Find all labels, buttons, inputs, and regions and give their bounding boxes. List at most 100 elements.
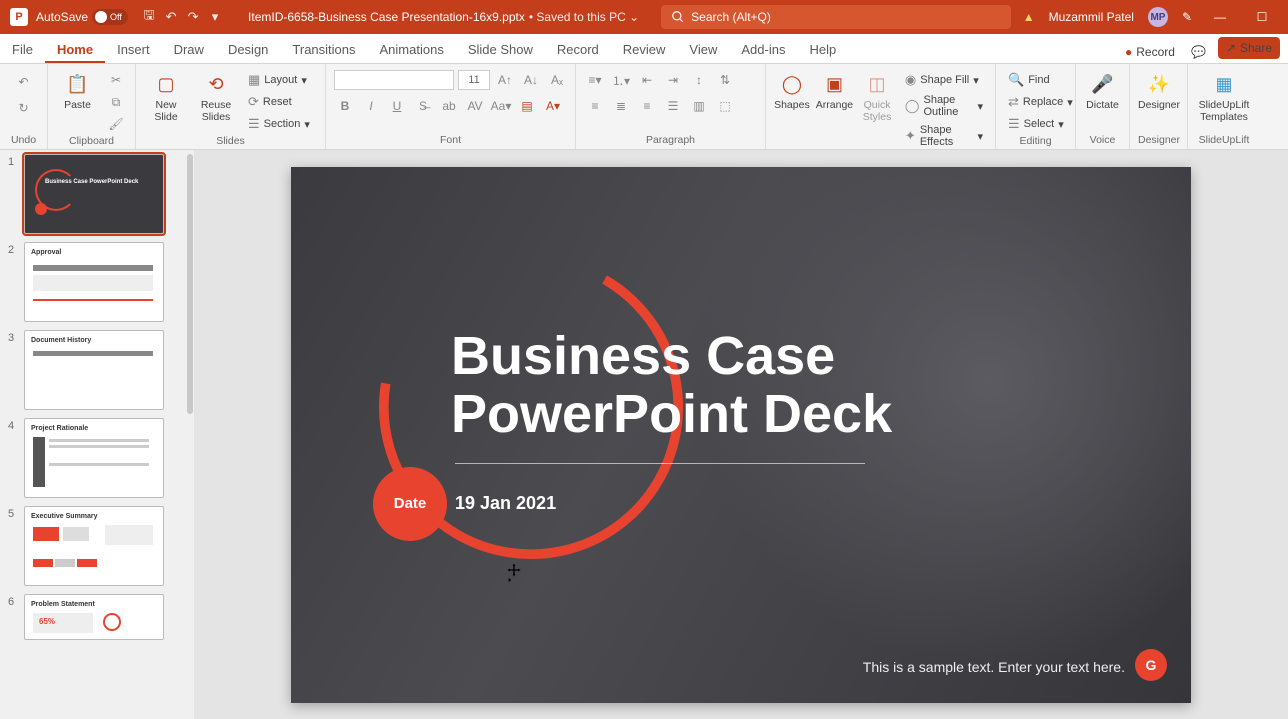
ribbon-tabs: File Home Insert Draw Design Transitions… [0,34,1288,64]
arrange-button[interactable]: ▣Arrange [816,68,853,112]
columns-button[interactable]: ▥ [688,96,710,116]
highlight-button[interactable]: ▤ [516,96,538,116]
slide-title[interactable]: Business CasePowerPoint Deck [451,327,892,444]
clear-format-icon[interactable]: Aₓ [546,70,568,90]
slide-1[interactable]: Business CasePowerPoint Deck Date 19 Jan… [291,167,1191,703]
layout-button[interactable]: ▦Layout▾ [244,70,314,90]
convert-smartart-button[interactable]: ⬚ [714,96,736,116]
pen-icon[interactable]: ✎ [1182,10,1192,24]
qat-more-icon[interactable]: ▾ [204,9,226,25]
tab-view[interactable]: View [677,37,729,63]
font-color-button[interactable]: A▾ [542,96,564,116]
paste-button[interactable]: 📋Paste [56,68,99,112]
search-input[interactable]: Search (Alt+Q) [661,5,1011,29]
align-left-button[interactable]: ≡ [584,96,606,116]
sample-text[interactable]: This is a sample text. Enter your text h… [863,659,1125,675]
g-badge[interactable]: G [1135,649,1167,681]
format-painter-icon[interactable]: 🖌 [105,114,127,134]
copy-icon[interactable]: ⧉ [105,92,127,112]
slide-thumbnail-1[interactable]: Business Case PowerPoint Deck [24,154,164,234]
section-button[interactable]: ☰Section▾ [244,114,314,134]
redo-button[interactable]: ↻ [13,98,35,118]
slide-canvas-area[interactable]: Business CasePowerPoint Deck Date 19 Jan… [194,150,1288,719]
increase-font-icon[interactable]: A↑ [494,70,516,90]
tab-review[interactable]: Review [611,37,678,63]
thumbnail-scrollbar[interactable] [187,154,193,414]
justify-button[interactable]: ☰ [662,96,684,116]
avatar[interactable]: MP [1148,7,1168,27]
tab-file[interactable]: File [0,37,45,63]
indent-button[interactable]: ⇥ [662,70,684,90]
shapes-button[interactable]: ◯Shapes [774,68,810,112]
numbering-button[interactable]: ⒈▾ [610,70,632,90]
tab-addins[interactable]: Add-ins [729,37,797,63]
warning-icon[interactable]: ▲ [1023,10,1035,24]
document-title: ItemID-6658-Business Case Presentation-1… [248,10,525,24]
share-button[interactable]: ↗Share [1218,37,1280,59]
user-name[interactable]: Muzammil Patel [1049,10,1134,24]
tab-draw[interactable]: Draw [162,37,216,63]
dictate-button[interactable]: 🎤Dictate [1084,68,1121,112]
decrease-font-icon[interactable]: A↓ [520,70,542,90]
underline-button[interactable]: U [386,96,408,116]
comments-button[interactable]: 💬 [1183,41,1214,63]
designer-button[interactable]: ✨Designer [1138,68,1180,112]
reset-button[interactable]: ⟳Reset [244,92,314,112]
select-button[interactable]: ☰Select▾ [1004,114,1068,134]
change-case-button[interactable]: Aa▾ [490,96,512,116]
tab-help[interactable]: Help [797,37,848,63]
minimize-button[interactable]: — [1206,3,1234,31]
tab-record[interactable]: Record [545,37,611,63]
quick-styles-button[interactable]: ◫Quick Styles [859,68,895,123]
undo-qat-icon[interactable]: ↶ [160,9,182,25]
bullets-button[interactable]: ≡▾ [584,70,606,90]
new-slide-button[interactable]: ▢New Slide [144,68,188,123]
slide-thumbnail-3[interactable]: Document History [24,330,164,410]
text-direction-button[interactable]: ⇅ [714,70,736,90]
outdent-button[interactable]: ⇤ [636,70,658,90]
replace-button[interactable]: ⇄Replace▾ [1004,92,1077,112]
strikethrough-button[interactable]: S̶ [412,96,434,116]
shape-fill-button[interactable]: ◉Shape Fill▾ [901,70,987,90]
search-placeholder: Search (Alt+Q) [691,10,771,24]
group-slides-label: Slides [144,134,317,148]
slide-thumbnail-2[interactable]: Approval [24,242,164,322]
slideuplift-button[interactable]: ▦SlideUpLift Templates [1196,68,1252,123]
reuse-slides-button[interactable]: ⟲Reuse Slides [194,68,238,123]
group-slideuplift-label: SlideUpLift [1196,133,1252,147]
save-status[interactable]: • Saved to this PC ⌄ [529,10,639,24]
redo-qat-icon[interactable]: ↷ [182,9,204,25]
tab-home[interactable]: Home [45,37,105,63]
autosave-toggle[interactable]: Off [92,9,128,25]
slide-thumbnail-5[interactable]: Executive Summary [24,506,164,586]
save-icon[interactable]: 🖫 [138,6,160,28]
tab-slideshow[interactable]: Slide Show [456,37,545,63]
char-spacing-button[interactable]: AV [464,96,486,116]
tab-transitions[interactable]: Transitions [280,37,367,63]
maximize-button[interactable]: ☐ [1248,3,1276,31]
slide-thumbnail-panel[interactable]: 1 Business Case PowerPoint Deck 2 Approv… [0,150,194,719]
find-button[interactable]: 🔍Find [1004,70,1054,90]
align-center-button[interactable]: ≣ [610,96,632,116]
font-size-input[interactable] [458,70,490,90]
cut-icon[interactable]: ✂ [105,70,127,90]
shape-outline-button[interactable]: ◯Shape Outline▾ [901,92,987,120]
tab-design[interactable]: Design [216,37,280,63]
line-spacing-button[interactable]: ↕ [688,70,710,90]
date-value[interactable]: 19 Jan 2021 [455,493,556,514]
shape-effects-button[interactable]: ✦Shape Effects▾ [901,122,987,150]
date-label-circle[interactable]: Date [373,467,447,541]
font-name-input[interactable] [334,70,454,90]
bold-button[interactable]: B [334,96,356,116]
slide-thumbnail-4[interactable]: Project Rationale [24,418,164,498]
align-right-button[interactable]: ≡ [636,96,658,116]
slide-thumbnail-6[interactable]: Problem Statement 65% [24,594,164,640]
italic-button[interactable]: I [360,96,382,116]
autosave-label: AutoSave [36,10,88,24]
tab-animations[interactable]: Animations [368,37,456,63]
record-button[interactable]: ●Record [1117,41,1183,63]
undo-button[interactable]: ↶ [13,72,35,92]
group-designer-label: Designer [1138,133,1179,147]
tab-insert[interactable]: Insert [105,37,162,63]
shadow-button[interactable]: ab [438,96,460,116]
